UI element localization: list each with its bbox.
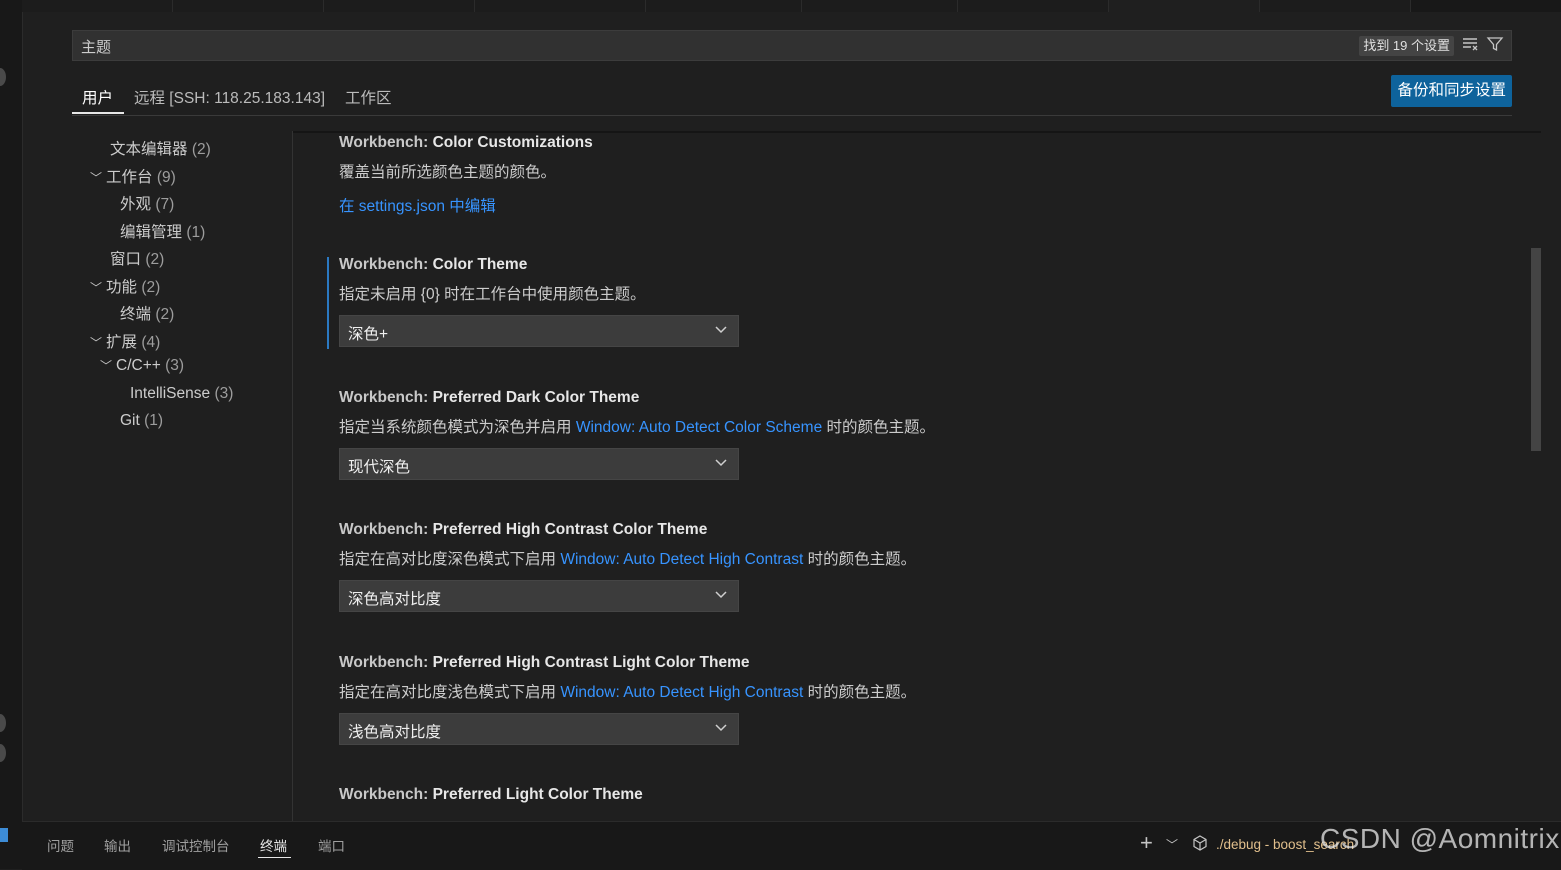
tab-workspace[interactable]: 工作区 [345,86,392,108]
terminal-cube-icon [1193,835,1207,851]
toc-item[interactable]: 终端 (2) [120,302,174,324]
chevron-down-icon [715,724,727,732]
toc-item[interactable]: ﹀ 功能 (2) [90,275,160,297]
editor-tab[interactable] [802,0,958,12]
editor-tab[interactable] [958,0,1109,12]
editor-tab[interactable] [475,0,646,12]
setting-description: 指定当系统颜色模式为深色并启用 Window: Auto Detect Colo… [339,419,936,436]
setting-title: Workbench: Color Theme [339,256,528,273]
setting-preferred-light-theme: Workbench: Preferred Light Color Theme [339,786,1439,804]
editor-tab[interactable] [646,0,802,12]
chevron-down-icon[interactable]: ﹀ [90,279,106,296]
settings-search-input[interactable] [81,36,1281,56]
filter-icon[interactable] [1485,35,1505,55]
active-tab-indicator [72,112,124,114]
settings-list: Workbench: Color Customizations 覆盖当前所选颜色… [293,133,1541,821]
setting-description: 指定在高对比度浅色模式下启用 Window: Auto Detect High … [339,684,917,701]
toc-item[interactable]: 编辑管理 (1) [120,220,205,242]
backup-sync-button[interactable]: 备份和同步设置 [1391,75,1512,107]
preferred-hc-theme-select[interactable]: 深色高对比度 [339,580,739,612]
chevron-down-icon[interactable]: ﹀ [90,169,106,186]
chevron-down-icon[interactable]: ﹀ [100,357,116,374]
settings-toc: 文本编辑器 (2) ﹀ 工作台 (9) 外观 (7) 编辑管理 (1) 窗口 (2… [72,131,292,821]
setting-description: 覆盖当前所选颜色主题的颜色。 [339,164,557,181]
toc-item[interactable]: ﹀ 工作台 (9) [90,165,176,187]
toc-item[interactable]: ﹀ 扩展 (4) [90,330,160,352]
chevron-down-icon[interactable]: ﹀ [1166,836,1178,853]
settings-scope-tabs: 用户 远程 [SSH: 118.25.183.143] 工作区 备份和同步设置 [72,75,1512,116]
setting-color-theme: Workbench: Color Theme 指定未启用 {0} 时在工作台中使… [339,256,1439,347]
panel-tab-terminal[interactable]: 终端 [260,835,287,855]
toc-item[interactable]: 窗口 (2) [110,247,164,269]
toc-item[interactable]: ﹀ C/C++ (3) [100,357,184,375]
setting-description: 指定在高对比度深色模式下启用 Window: Auto Detect High … [339,551,917,568]
chevron-down-icon [715,459,727,467]
search-result-count: 找到 19 个设置 [1359,36,1454,56]
setting-title: Workbench: Preferred High Contrast Color… [339,521,708,538]
activity-bar [0,0,23,869]
setting-title: Workbench: Preferred Dark Color Theme [339,389,640,406]
editor-tab-active[interactable] [1109,0,1260,12]
color-theme-select[interactable]: 深色+ [339,315,739,347]
setting-preferred-hc-light-theme: Workbench: Preferred High Contrast Light… [339,654,1439,745]
editor-tab[interactable] [1260,0,1411,12]
setting-link[interactable]: Window: Auto Detect High Contrast [560,684,803,701]
settings-search-box: 找到 19 个设置 [72,30,1512,61]
chevron-down-icon[interactable]: ﹀ [90,334,106,351]
setting-link[interactable]: Window: Auto Detect High Contrast [560,551,803,568]
editor-tab[interactable] [22,0,173,12]
setting-preferred-hc-theme: Workbench: Preferred High Contrast Color… [339,521,1439,612]
focused-setting-indicator [327,257,329,349]
editor-tab-strip [22,0,1561,12]
activity-icon[interactable] [0,744,6,762]
setting-title: Workbench: Preferred High Contrast Light… [339,654,750,671]
settings-scrollbar[interactable] [1531,248,1541,451]
clear-filter-icon[interactable] [1460,35,1480,55]
setting-title: Workbench: Preferred Light Color Theme [339,786,643,803]
setting-preferred-dark-theme: Workbench: Preferred Dark Color Theme 指定… [339,389,1439,480]
panel-tab-debug-console[interactable]: 调试控制台 [162,835,230,855]
setting-title: Workbench: Color Customizations [339,134,593,151]
toc-item[interactable]: IntelliSense (3) [130,385,233,403]
chevron-down-icon [715,326,727,334]
toc-item[interactable]: Git (1) [120,412,163,430]
editor-tab[interactable] [173,0,324,12]
chevron-down-icon [715,591,727,599]
activity-active-marker [0,828,8,842]
setting-description: 指定未启用 {0} 时在工作台中使用颜色主题。 [339,286,646,303]
tab-user[interactable]: 用户 [82,86,113,108]
panel-tab-ports[interactable]: 端口 [318,835,345,855]
preferred-dark-theme-select[interactable]: 现代深色 [339,448,739,480]
preferred-hc-light-theme-select[interactable]: 浅色高对比度 [339,713,739,745]
activity-icon[interactable] [0,68,6,86]
watermark: CSDN @Aomnitrix [1320,823,1560,854]
setting-link[interactable]: Window: Auto Detect Color Scheme [576,419,822,436]
toc-item[interactable]: 文本编辑器 (2) [110,137,211,159]
edit-in-settings-json-link[interactable]: 在 settings.json 中编辑 [339,194,1439,216]
active-panel-tab-indicator [258,857,291,858]
panel-tab-output[interactable]: 输出 [104,835,131,855]
activity-icon[interactable] [0,714,6,732]
editor-tab[interactable] [324,0,475,12]
toc-item[interactable]: 外观 (7) [120,192,174,214]
setting-color-customizations: Workbench: Color Customizations 覆盖当前所选颜色… [339,134,1439,216]
tab-remote[interactable]: 远程 [SSH: 118.25.183.143] [134,86,325,108]
new-terminal-icon[interactable]: + [1140,830,1153,856]
panel-tab-problems[interactable]: 问题 [47,835,74,855]
